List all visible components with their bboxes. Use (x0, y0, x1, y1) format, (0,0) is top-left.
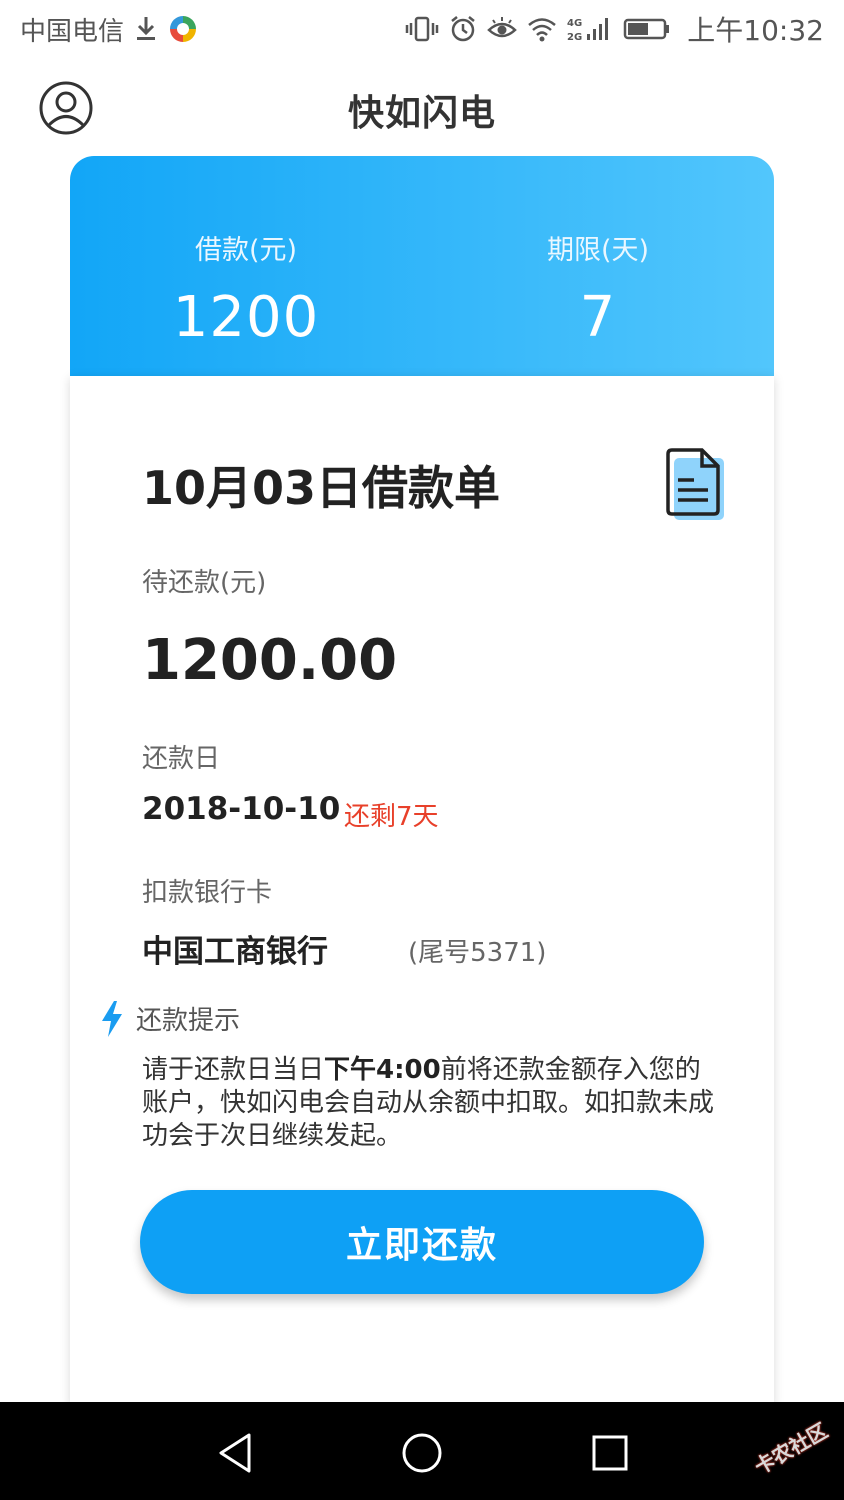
nav-recent-button[interactable] (585, 1428, 635, 1478)
loan-bill-card: 10月03日借款单 待还款(元) 1200.00 还款日 2018-10-10 … (70, 376, 774, 1406)
status-right: 4G 2G 上午10:32 (405, 9, 824, 49)
system-navigation-bar (0, 1402, 844, 1500)
status-left: 中国电信 (20, 11, 198, 48)
repay-now-button[interactable]: 立即还款 (140, 1190, 704, 1294)
due-date-label: 还款日 (142, 744, 221, 774)
app-header: 快如闪电 (0, 62, 844, 152)
alarm-icon (449, 14, 477, 44)
repayment-tip-header: 还款提示 (100, 1000, 240, 1037)
bank-name: 中国工商银行 (142, 934, 328, 970)
app-notification-icon (168, 14, 198, 44)
amount-due-label: 待还款(元) (142, 568, 267, 598)
eye-comfort-icon (487, 14, 518, 44)
bill-title: 10月03日借款单 (142, 461, 501, 515)
signal-icon: 4G 2G (567, 14, 613, 44)
document-icon[interactable] (664, 446, 726, 522)
wifi-icon (527, 14, 557, 44)
loan-amount-label: 借款(元) (194, 235, 298, 266)
loan-term-summary: 期限(天) 7 (422, 156, 774, 378)
due-date-value: 2018-10-10 (142, 791, 341, 827)
loan-summary-card: 借款(元) 1200 期限(天) 7 (70, 156, 774, 378)
page-title: 快如闪电 (347, 93, 496, 134)
nav-home-button[interactable] (397, 1428, 447, 1478)
svg-text:2G: 2G (567, 32, 582, 43)
amount-due-value: 1200.00 (142, 628, 398, 693)
lightning-icon (102, 1000, 122, 1037)
tip-deadline-time: 下午4:00 (324, 1055, 441, 1085)
bank-card-label: 扣款银行卡 (142, 878, 273, 908)
days-left-badge: 还剩7天 (344, 802, 439, 832)
loan-amount-value: 1200 (172, 285, 320, 350)
circle-home-icon (402, 1433, 442, 1473)
repayment-tip-title: 还款提示 (136, 1006, 241, 1036)
battery-icon (623, 14, 671, 44)
status-bar: 中国电信 4G 2G 上午10:32 (0, 0, 844, 58)
svg-text:4G: 4G (567, 18, 582, 29)
carrier-label: 中国电信 (20, 16, 125, 47)
clock: 上午10:32 (687, 14, 824, 47)
triangle-back-icon (219, 1433, 251, 1473)
card-tail-number: (尾号5371) (408, 938, 547, 968)
vibrate-icon (405, 14, 439, 44)
loan-term-value: 7 (579, 285, 617, 350)
nav-back-button[interactable] (210, 1428, 260, 1478)
download-icon (134, 14, 158, 44)
tip-text-start: 请于还款日当日 (142, 1055, 325, 1085)
square-recent-icon (592, 1435, 628, 1471)
repayment-tip-text: 请于还款日当日下午4:00前将还款金额存入您的账户，快如闪电会自动从余额中扣取。… (142, 1054, 722, 1153)
loan-amount-summary: 借款(元) 1200 (70, 156, 422, 378)
loan-term-label: 期限(天) (546, 235, 650, 266)
